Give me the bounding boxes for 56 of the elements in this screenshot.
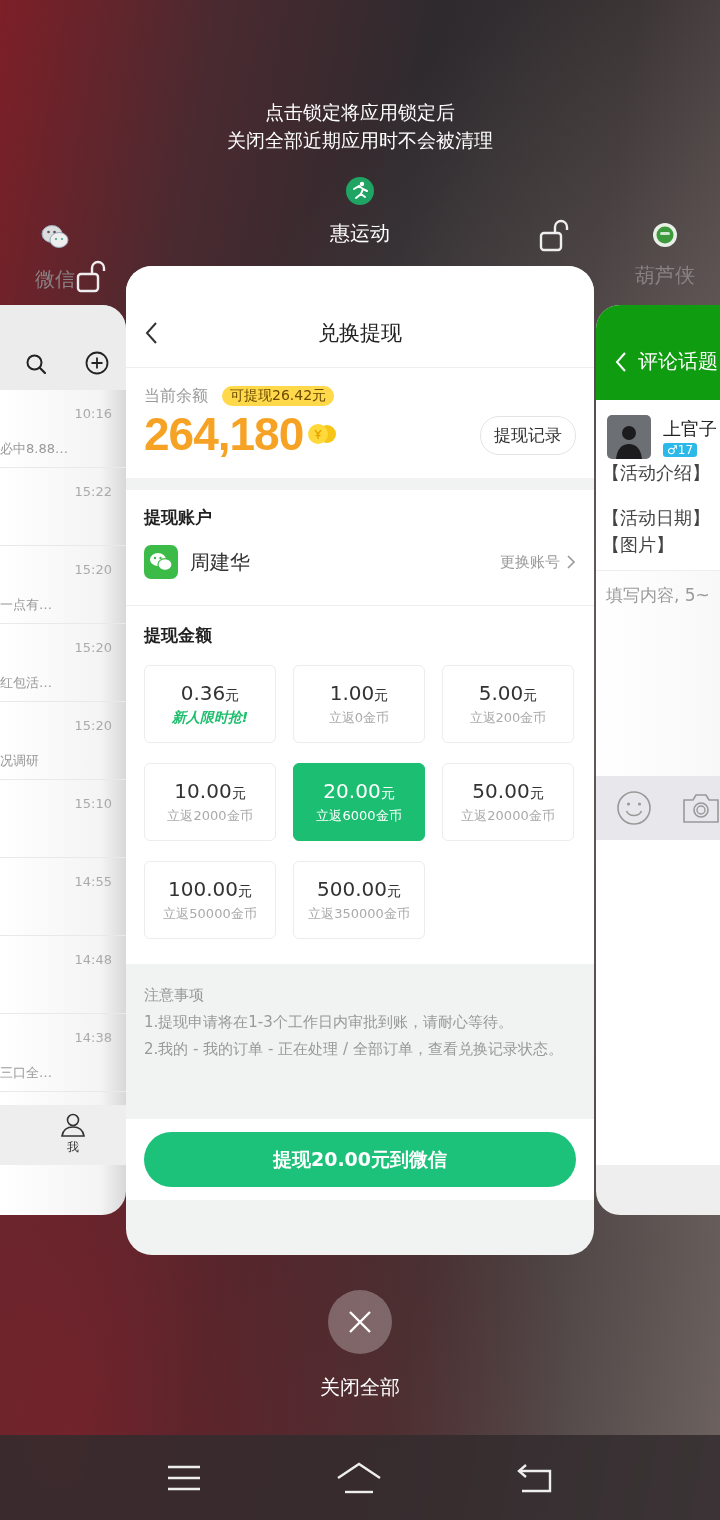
post-text: 【活动日期】 <box>601 506 711 530</box>
close-icon <box>347 1309 373 1335</box>
message-time: 14:48 <box>74 952 112 967</box>
home-icon[interactable] <box>335 1460 383 1495</box>
hint-text: 点击锁定将应用锁定后 <box>265 100 455 124</box>
back-icon[interactable] <box>144 321 158 345</box>
message-preview: 况调研 <box>0 752 39 770</box>
post-text: 【活动介绍】 <box>601 461 711 485</box>
menu-icon[interactable] <box>166 1463 203 1492</box>
app-card[interactable]: 评论话题 上官子 ♂17 【活动介绍】 【活动日期】 【图片】 填写内容, 5~ <box>596 305 720 1215</box>
chevron-icon <box>566 554 576 570</box>
face-icon[interactable] <box>652 222 678 248</box>
avatar[interactable] <box>607 415 651 459</box>
close-all-label: 关闭全部 <box>320 1374 400 1401</box>
message-time: 15:10 <box>74 796 112 811</box>
message-time: 15:22 <box>74 484 112 499</box>
amount-option[interactable]: 0.36元 新人限时抢! <box>144 665 276 743</box>
app-name[interactable]: 惠运动 <box>330 220 390 247</box>
amount-option[interactable]: 1.00元 立返0金币 <box>293 665 425 743</box>
amount-option[interactable]: 50.00元 立返20000金币 <box>442 763 574 841</box>
amount-option[interactable]: 10.00元 立返2000金币 <box>144 763 276 841</box>
note-text: 2.我的 - 我的订单 - 正在处理 / 全部订单，查看兑换记录状态。 <box>144 1039 564 1060</box>
message-preview: 三口全… <box>0 1064 52 1082</box>
message-time: 15:20 <box>74 640 112 655</box>
chat-bubbles-icon <box>144 545 178 579</box>
comment-field[interactable]: 填写内容, 5~ <box>596 571 720 605</box>
account-name: 周建华 <box>190 548 251 576</box>
balance-label: 当前余额 <box>144 385 208 407</box>
amount-option[interactable]: 100.00元 立返50000金币 <box>144 861 276 939</box>
note-text: 1.提现申请将在1-3个工作日内审批到账，请耐心等待。 <box>144 1012 514 1033</box>
back-icon[interactable] <box>515 1462 554 1493</box>
message-time: 14:38 <box>74 1030 112 1045</box>
notes-title: 注意事项 <box>144 985 205 1006</box>
message-time: 14:55 <box>74 874 112 889</box>
section-title: 提现账户 <box>144 507 212 527</box>
page-title: 评论话题 <box>638 348 718 375</box>
gender-age-badge: ♂17 <box>663 443 698 457</box>
plus-icon[interactable] <box>85 351 109 375</box>
message-time: 10:16 <box>74 406 112 421</box>
amount-option[interactable]: 5.00元 立返200金币 <box>442 665 574 743</box>
runner-icon[interactable] <box>345 176 375 206</box>
balance-amount: 264,180 <box>144 406 304 461</box>
hint-text: 关闭全部近期应用时不会被清理 <box>227 128 493 152</box>
message-time: 15:20 <box>74 718 112 733</box>
post-text: 【图片】 <box>601 533 675 557</box>
history-button[interactable]: 提现记录 <box>480 415 576 455</box>
withdrawable-badge: 可提现26.42元 <box>222 386 335 406</box>
search-icon[interactable] <box>25 353 47 375</box>
page-title: 兑换提现 <box>318 320 402 347</box>
user-name: 上官子 <box>663 417 717 441</box>
message-preview: 红包活… <box>0 674 52 692</box>
amount-option[interactable]: 500.00元 立返350000金币 <box>293 861 425 939</box>
message-preview: 必中8.88… <box>0 440 68 458</box>
section-title: 提现金额 <box>144 625 212 645</box>
person-icon <box>60 1113 86 1137</box>
message-time: 15:20 <box>74 562 112 577</box>
